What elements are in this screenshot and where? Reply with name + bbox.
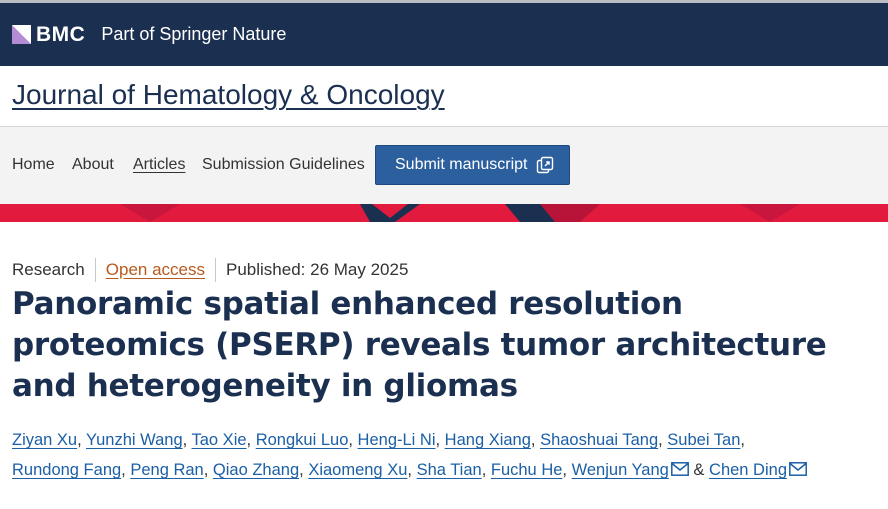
- open-access-link[interactable]: Open access: [106, 260, 205, 280]
- author-item: Hang Xiang,: [445, 431, 540, 449]
- author-link[interactable]: Rongkui Luo: [256, 431, 349, 449]
- author-separator: ,: [203, 461, 213, 479]
- brand-name: BMC: [36, 22, 86, 46]
- author-item: Yunzhi Wang,: [86, 431, 192, 449]
- author-separator: ,: [530, 431, 541, 449]
- author-link[interactable]: Qiao Zhang: [213, 461, 299, 479]
- bmc-logo[interactable]: BMC: [12, 23, 101, 47]
- article-type: Research: [12, 260, 85, 279]
- article-meta: Research Open access Published: 26 May 2…: [12, 258, 409, 282]
- decorative-banner: [0, 204, 888, 222]
- nav-submission-guidelines[interactable]: Submission Guidelines: [202, 156, 365, 174]
- springer-nature-link[interactable]: Part of Springer Nature: [101, 24, 286, 45]
- author-link[interactable]: Fuchu He: [491, 461, 563, 479]
- journal-nav: Home About Articles Submission Guideline…: [0, 127, 888, 204]
- author-item: Xiaomeng Xu,: [308, 461, 416, 479]
- author-link[interactable]: Heng-Li Ni: [358, 431, 436, 449]
- author-link[interactable]: Ziyan Xu: [12, 431, 77, 449]
- author-separator: ,: [246, 431, 256, 449]
- author-link[interactable]: Tao Xie: [192, 431, 247, 449]
- meta-divider: [215, 258, 216, 282]
- author-separator: &: [688, 461, 710, 479]
- external-link-icon: [536, 156, 553, 174]
- author-separator: ,: [740, 431, 745, 449]
- author-separator: ,: [435, 431, 445, 449]
- author-item: Rundong Fang,: [12, 461, 130, 479]
- nav-articles[interactable]: Articles: [133, 156, 185, 174]
- author-link[interactable]: Sha Tian: [417, 461, 482, 479]
- nav-home[interactable]: Home: [12, 156, 55, 174]
- published-date: Published: 26 May 2025: [226, 260, 409, 279]
- author-item: Qiao Zhang,: [213, 461, 308, 479]
- author-item: Shaoshuai Tang,: [540, 431, 667, 449]
- author-item: Wenjun Yang &: [572, 461, 709, 479]
- author-item: Sha Tian,: [417, 461, 491, 479]
- author-separator: ,: [121, 461, 131, 479]
- author-item: Fuchu He,: [491, 461, 572, 479]
- author-item: Heng-Li Ni,: [358, 431, 445, 449]
- author-item: Tao Xie,: [192, 431, 256, 449]
- email-icon[interactable]: [670, 462, 689, 476]
- nav-about[interactable]: About: [72, 156, 114, 174]
- submit-manuscript-button[interactable]: Submit manuscript: [375, 145, 570, 185]
- author-link[interactable]: Subei Tan: [667, 431, 740, 449]
- author-separator: ,: [77, 431, 86, 449]
- bmc-logo-icon: [12, 25, 31, 44]
- author-link[interactable]: Chen Ding: [709, 461, 787, 479]
- author-item: Ziyan Xu,: [12, 431, 86, 449]
- email-icon[interactable]: [789, 462, 807, 476]
- author-link[interactable]: Shaoshuai Tang: [540, 431, 658, 449]
- author-link[interactable]: Peng Ran: [130, 461, 203, 479]
- author-link[interactable]: Rundong Fang: [12, 461, 121, 479]
- author-separator: ,: [299, 461, 309, 479]
- author-item: Subei Tan,: [667, 431, 745, 449]
- author-separator: ,: [562, 461, 572, 479]
- meta-divider: [94, 258, 96, 282]
- author-list: Ziyan Xu, Yunzhi Wang, Tao Xie, Rongkui …: [12, 425, 882, 485]
- author-separator: ,: [182, 431, 192, 449]
- author-item: Chen Ding: [709, 461, 807, 479]
- site-header: BMC Part of Springer Nature: [0, 0, 888, 66]
- author-item: Rongkui Luo,: [256, 431, 358, 449]
- submit-manuscript-label: Submit manuscript: [395, 156, 528, 173]
- author-separator: ,: [658, 431, 668, 449]
- journal-bar: Journal of Hematology & Oncology: [0, 66, 888, 127]
- author-link[interactable]: Hang Xiang: [445, 431, 531, 449]
- author-item: Peng Ran,: [130, 461, 213, 479]
- journal-title-link[interactable]: Journal of Hematology & Oncology: [12, 79, 445, 111]
- author-separator: ,: [407, 461, 417, 479]
- author-link[interactable]: Xiaomeng Xu: [308, 461, 407, 479]
- article-title: Panoramic spatial enhanced resolution pr…: [12, 286, 827, 404]
- author-link[interactable]: Wenjun Yang: [572, 461, 669, 479]
- author-separator: ,: [348, 431, 358, 449]
- author-link[interactable]: Yunzhi Wang: [86, 431, 183, 449]
- author-separator: ,: [481, 461, 491, 479]
